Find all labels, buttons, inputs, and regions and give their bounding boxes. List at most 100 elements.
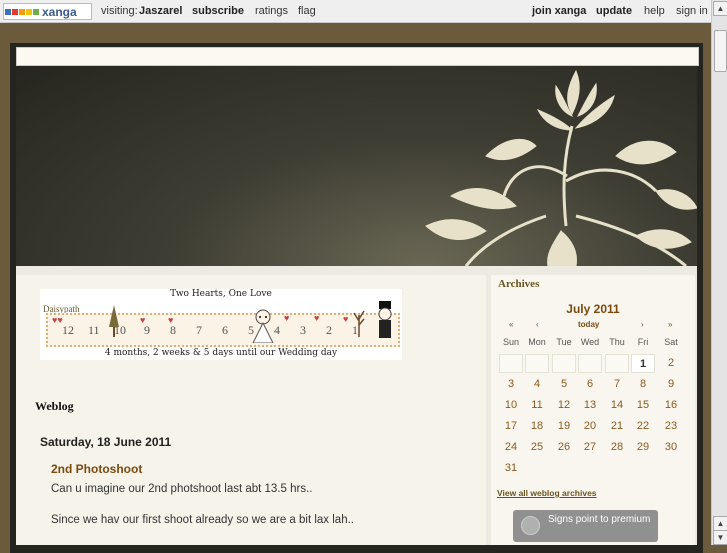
ticker-ruler: ♥♥ 12 11 10 9 8 7 6 5 4 3 2 1 ♥ ♥ ♥ ♥ ♥ — [46, 301, 400, 347]
calendar-day[interactable]: 12 — [551, 396, 577, 415]
calendar-day[interactable]: 15 — [630, 396, 656, 415]
calendar-day[interactable]: 19 — [551, 417, 577, 436]
weekday-label: Sun — [502, 337, 519, 347]
scrollbar-thumb[interactable] — [714, 30, 727, 72]
heart-icon: ♥ — [284, 313, 290, 323]
ticker-title: Two Hearts, One Love — [170, 289, 272, 299]
calendar-day[interactable]: 21 — [604, 417, 630, 436]
xanga-logo[interactable]: xanga — [3, 3, 92, 20]
calendar-day[interactable]: 6 — [577, 375, 603, 394]
sign-in-link[interactable]: sign in — [676, 5, 708, 17]
help-link[interactable]: help — [644, 5, 665, 17]
premium-label: Signs point to premium — [548, 514, 651, 525]
calendar-empty-cell — [525, 354, 549, 373]
calendar-day[interactable]: 11 — [524, 396, 550, 415]
calendar-day[interactable]: 24 — [498, 438, 524, 457]
weekday-label: Fri — [637, 337, 649, 347]
update-link[interactable]: update — [596, 5, 632, 17]
post-paragraph: Can u imagine our 2nd photshoot last abt… — [51, 483, 313, 495]
xanga-topbar: xanga visiting: Jaszarel subscribe ratin… — [0, 0, 711, 23]
heart-icon: ♥ — [314, 313, 320, 323]
calendar-day[interactable]: 4 — [524, 375, 550, 394]
calendar-empty-cell — [499, 354, 523, 373]
ticker-number: 3 — [300, 323, 306, 337]
bride-figure-icon — [252, 309, 274, 343]
ratings-link[interactable]: ratings — [255, 5, 288, 17]
post-paragraph: Since we hav our first shoot already so … — [51, 514, 354, 526]
scroll-up-icon[interactable]: ▲ — [713, 1, 727, 16]
calendar-day[interactable]: 7 — [604, 375, 630, 394]
calendar-day[interactable]: 27 — [577, 438, 603, 457]
scroll-down-icon[interactable]: ▼ — [713, 530, 727, 545]
calendar-empty-cell — [578, 354, 602, 373]
calendar-empty-cell — [605, 354, 629, 373]
weekday-label: Sat — [664, 337, 678, 347]
calendar-day[interactable]: 22 — [630, 417, 656, 436]
logo-text: xanga — [42, 4, 77, 19]
calendar-day[interactable]: 26 — [551, 438, 577, 457]
header-banner — [16, 66, 697, 266]
calendar-day[interactable]: 5 — [551, 375, 577, 394]
ticker-number: 8 — [170, 323, 176, 337]
archives-heading: Archives — [498, 278, 540, 290]
scroll-up-icon[interactable]: ▲ — [713, 516, 727, 531]
calendar-next-link[interactable]: › — [641, 320, 644, 329]
calendar-day[interactable]: 10 — [498, 396, 524, 415]
subscribe-link[interactable]: subscribe — [192, 5, 244, 17]
visiting-user-link[interactable]: Jaszarel — [139, 5, 182, 17]
calendar-day[interactable]: 16 — [658, 396, 684, 415]
groom-figure-icon — [378, 301, 392, 338]
heart-icon: ♥ — [140, 315, 146, 325]
calendar-day[interactable]: 2 — [658, 354, 684, 373]
logo-square-icon — [5, 8, 11, 15]
calendar-today-link[interactable]: today — [578, 320, 599, 329]
weblog-heading: Weblog — [35, 399, 74, 413]
calendar-nav: « ‹ today › » — [498, 320, 684, 332]
weekday-label: Mon — [528, 337, 546, 347]
calendar-day[interactable]: 30 — [658, 438, 684, 457]
calendar-day[interactable]: 29 — [630, 438, 656, 457]
calendar-day[interactable]: 20 — [577, 417, 603, 436]
ticker-number: 12 — [62, 323, 74, 337]
calendar-day[interactable]: 25 — [524, 438, 550, 457]
join-xanga-link[interactable]: join xanga — [532, 5, 586, 17]
calendar-prev-link[interactable]: ‹ — [536, 320, 539, 329]
wedding-countdown-ticker[interactable]: Two Hearts, One Love Daisypath ♥♥ 12 11 … — [40, 289, 402, 360]
calendar-day[interactable]: 3 — [498, 375, 524, 394]
logo-square-icon — [26, 8, 32, 15]
calendar-day[interactable]: 17 — [498, 417, 524, 436]
calendar-day[interactable]: 8 — [630, 375, 656, 394]
calendar-day: 1 — [631, 354, 655, 373]
calendar-first-link[interactable]: « — [509, 320, 513, 329]
calendar-day[interactable]: 23 — [658, 417, 684, 436]
post-title[interactable]: 2nd Photoshoot — [51, 462, 142, 476]
calendar-day[interactable]: 28 — [604, 438, 630, 457]
ticker-number: 9 — [144, 323, 150, 337]
bare-tree-icon — [353, 310, 365, 337]
weekday-label: Tue — [556, 337, 572, 347]
logo-square-icon — [33, 8, 39, 15]
ticker-caption: 4 months, 2 weeks & 5 days until our Wed… — [104, 348, 338, 358]
flag-link[interactable]: flag — [298, 5, 316, 17]
ticker-number: 7 — [196, 323, 202, 337]
post-date: Saturday, 18 June 2011 — [40, 435, 172, 449]
logo-square-icon — [12, 8, 18, 15]
calendar-day[interactable]: 31 — [498, 459, 524, 478]
visiting-label: visiting: — [101, 5, 138, 17]
calendar-day[interactable]: 18 — [524, 417, 550, 436]
calendar-day[interactable]: 9 — [658, 375, 684, 394]
header-strip — [16, 47, 699, 66]
vertical-scrollbar[interactable]: ▲ ▲ ▼ — [711, 0, 727, 545]
logo-square-icon — [19, 8, 25, 15]
premium-button[interactable]: Signs point to premium — [513, 510, 658, 542]
heart-icon: ♥ — [168, 315, 174, 325]
view-all-archives-link[interactable]: View all weblog archives — [497, 488, 597, 498]
ticker-number: 2 — [326, 323, 332, 337]
calendar-day[interactable]: 13 — [577, 396, 603, 415]
heart-icon: ♥ — [343, 314, 349, 324]
calendar-day[interactable]: 14 — [604, 396, 630, 415]
premium-icon — [521, 516, 540, 535]
calendar-month: July 2011 — [566, 302, 620, 316]
calendar-last-link[interactable]: » — [668, 320, 672, 329]
calendar-empty-cell — [552, 354, 576, 373]
